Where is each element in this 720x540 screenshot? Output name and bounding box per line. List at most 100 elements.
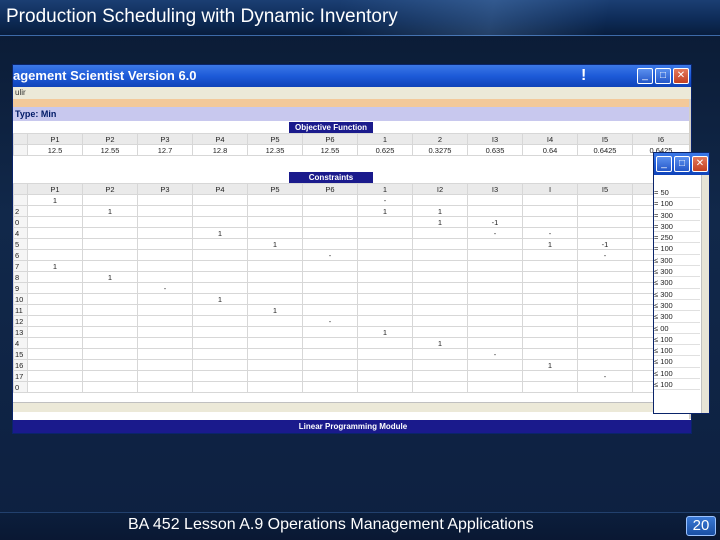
grid-cell[interactable]: - (302, 249, 358, 261)
grid-cell[interactable] (302, 326, 358, 338)
grid-cell[interactable] (27, 227, 83, 239)
grid-cell[interactable] (302, 194, 358, 206)
minimize-button[interactable]: _ (637, 68, 653, 84)
grid-cell[interactable] (357, 359, 413, 371)
grid-cell[interactable] (137, 304, 193, 316)
grid-cell[interactable] (27, 381, 83, 393)
grid-cell[interactable] (192, 381, 248, 393)
grid-cell[interactable] (27, 348, 83, 360)
grid-cell[interactable]: I5 (577, 183, 633, 195)
grid-cell[interactable] (577, 216, 633, 228)
grid-cell[interactable] (137, 315, 193, 327)
grid-cell[interactable] (412, 282, 468, 294)
grid-cell[interactable] (82, 238, 138, 250)
grid-cell[interactable] (27, 282, 83, 294)
grid-cell[interactable] (27, 359, 83, 371)
grid-cell[interactable] (192, 370, 248, 382)
grid-cell[interactable] (82, 216, 138, 228)
grid-cell[interactable] (302, 370, 358, 382)
grid-cell[interactable] (82, 293, 138, 305)
grid-cell[interactable] (27, 315, 83, 327)
grid-cell[interactable]: P4 (192, 183, 248, 195)
grid-cell[interactable] (27, 370, 83, 382)
grid-cell[interactable]: 1 (192, 293, 248, 305)
grid-cell[interactable] (412, 271, 468, 283)
grid-cell[interactable]: 1 (412, 216, 468, 228)
grid-cell[interactable] (247, 293, 303, 305)
grid-cell[interactable] (357, 304, 413, 316)
grid-cell[interactable]: 1 (357, 183, 413, 195)
grid-cell[interactable] (577, 227, 633, 239)
grid-cell[interactable] (137, 381, 193, 393)
grid-cell[interactable] (357, 216, 413, 228)
grid-cell[interactable] (522, 381, 578, 393)
rhs-value[interactable]: = 300 (654, 210, 700, 221)
grid-cell[interactable] (357, 260, 413, 272)
grid-cell[interactable] (247, 381, 303, 393)
grid-cell[interactable] (357, 282, 413, 294)
grid-cell[interactable] (192, 216, 248, 228)
rhs-value[interactable]: = 250 (654, 232, 700, 244)
rhs-value[interactable]: = 50 (654, 187, 700, 199)
grid-cell[interactable]: 12.55 (82, 144, 138, 156)
grid-cell[interactable] (247, 370, 303, 382)
grid-cell[interactable]: - (137, 282, 193, 294)
grid-cell[interactable] (192, 271, 248, 283)
grid-cell[interactable] (577, 194, 633, 206)
grid-cell[interactable] (412, 348, 468, 360)
grid-cell[interactable]: 1 (522, 238, 578, 250)
rhs-minimize-button[interactable]: _ (656, 156, 672, 172)
rhs-value[interactable]: ≤ 300 (654, 300, 700, 312)
grid-cell[interactable] (302, 348, 358, 360)
grid-cell[interactable] (247, 359, 303, 371)
grid-cell[interactable] (412, 260, 468, 272)
grid-cell[interactable] (302, 205, 358, 217)
grid-cell[interactable]: 1 (82, 205, 138, 217)
grid-cell[interactable]: I6 (632, 133, 690, 145)
grid-cell[interactable] (82, 348, 138, 360)
grid-cell[interactable]: P1 (27, 133, 83, 145)
grid-cell[interactable] (137, 271, 193, 283)
grid-cell[interactable] (82, 359, 138, 371)
grid-cell[interactable] (247, 326, 303, 338)
grid-cell[interactable]: 1 (247, 304, 303, 316)
grid-cell[interactable] (302, 260, 358, 272)
grid-cell[interactable]: I3 (467, 183, 523, 195)
menu-bar[interactable]: ulir (13, 87, 691, 99)
rhs-value[interactable]: ≤ 300 (654, 266, 700, 278)
grid-cell[interactable]: -1 (577, 238, 633, 250)
rhs-window-title-bar[interactable]: _ □ ✕ (654, 153, 709, 175)
grid-cell[interactable]: 1 (522, 359, 578, 371)
grid-cell[interactable] (247, 194, 303, 206)
maximize-button[interactable]: □ (655, 68, 671, 84)
grid-cell[interactable]: - (467, 227, 523, 239)
grid-cell[interactable]: P4 (192, 133, 248, 145)
grid-cell[interactable] (192, 260, 248, 272)
grid-cell[interactable] (412, 249, 468, 261)
rhs-value[interactable]: = 300 (654, 221, 700, 233)
grid-cell[interactable] (577, 337, 633, 349)
grid-cell[interactable] (467, 194, 523, 206)
grid-cell[interactable] (247, 227, 303, 239)
grid-cell[interactable]: I5 (577, 133, 633, 145)
grid-cell[interactable] (577, 326, 633, 338)
grid-cell[interactable] (27, 271, 83, 283)
grid-cell[interactable] (412, 304, 468, 316)
rhs-value[interactable]: ≤ 100 (654, 356, 700, 368)
grid-cell[interactable] (192, 194, 248, 206)
grid-cell[interactable] (412, 326, 468, 338)
grid-cell[interactable] (467, 326, 523, 338)
grid-cell[interactable] (302, 238, 358, 250)
grid-cell[interactable]: 1 (27, 260, 83, 272)
grid-cell[interactable]: 0.6425 (577, 144, 633, 156)
grid-cell[interactable] (247, 348, 303, 360)
grid-cell[interactable] (522, 194, 578, 206)
grid-cell[interactable] (302, 227, 358, 239)
grid-cell[interactable] (357, 381, 413, 393)
grid-cell[interactable]: I (522, 183, 578, 195)
grid-cell[interactable]: 12.55 (302, 144, 358, 156)
rhs-value[interactable]: = 100 (654, 198, 700, 210)
grid-cell[interactable] (137, 249, 193, 261)
grid-cell[interactable] (192, 337, 248, 349)
grid-cell[interactable] (247, 205, 303, 217)
